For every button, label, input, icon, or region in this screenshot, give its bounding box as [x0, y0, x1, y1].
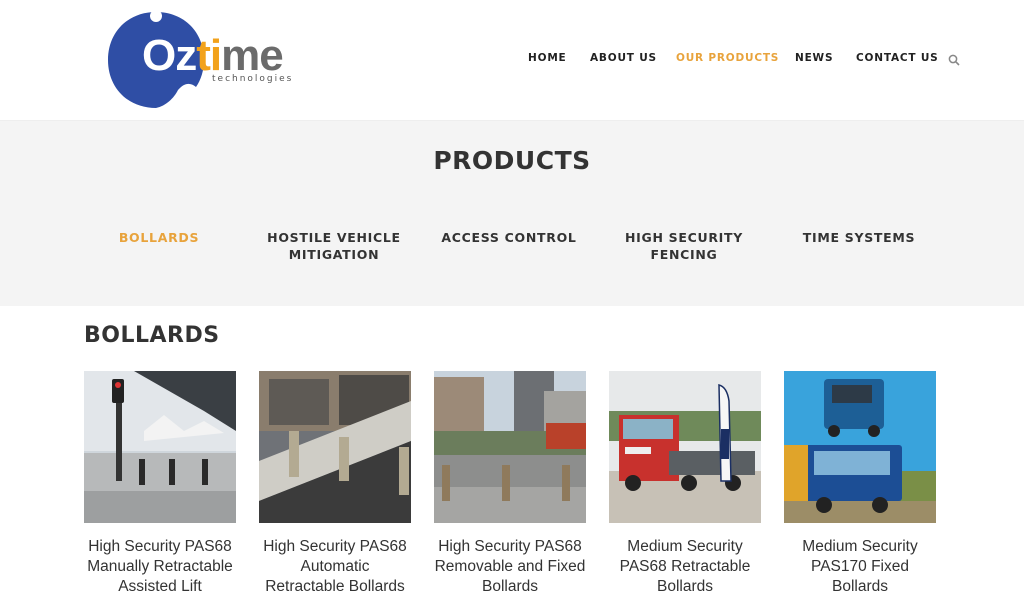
nav-home[interactable]: HOME	[528, 52, 567, 64]
tab-time-systems[interactable]: TIME SYSTEMS	[784, 229, 934, 246]
logo-subtitle: technologies	[212, 74, 294, 84]
product-card[interactable]: High Security PAS68 Automatic Retractabl…	[259, 371, 411, 597]
product-title[interactable]: Medium Security PAS170 Fixed Bollards	[784, 537, 936, 597]
products-band: PRODUCTS BOLLARDS HOSTILE VEHICLE MITIGA…	[0, 121, 1024, 306]
product-title[interactable]: High Security PAS68 Manually Retractable…	[84, 537, 236, 597]
tab-access-control[interactable]: ACCESS CONTROL	[434, 229, 584, 246]
product-title[interactable]: Medium Security PAS68 Retractable Bollar…	[609, 537, 761, 597]
tab-hostile-vehicle-mitigation[interactable]: HOSTILE VEHICLE MITIGATION	[259, 229, 409, 263]
main-nav: HOME ABOUT US OUR PRODUCTS NEWS CONTACT …	[0, 52, 1024, 68]
tab-high-security-fencing[interactable]: HIGH SECURITY FENCING	[609, 229, 759, 263]
product-title[interactable]: High Security PAS68 Removable and Fixed …	[434, 537, 586, 597]
product-card[interactable]: Medium Security PAS170 Fixed Bollards	[784, 371, 936, 597]
section-title: BOLLARDS	[84, 323, 220, 348]
nav-about-us[interactable]: ABOUT US	[590, 52, 657, 64]
site-header: Oztime technologies HOME ABOUT US OUR PR…	[0, 0, 1024, 121]
product-image[interactable]	[609, 371, 761, 523]
product-image[interactable]	[84, 371, 236, 523]
product-title[interactable]: High Security PAS68 Automatic Retractabl…	[259, 537, 411, 597]
product-card[interactable]: High Security PAS68 Removable and Fixed …	[434, 371, 586, 597]
product-image[interactable]	[434, 371, 586, 523]
product-image[interactable]	[784, 371, 936, 523]
product-card[interactable]: High Security PAS68 Manually Retractable…	[84, 371, 236, 597]
product-image[interactable]	[259, 371, 411, 523]
nav-contact-us[interactable]: CONTACT US	[856, 52, 939, 64]
search-icon[interactable]	[948, 54, 960, 66]
nav-news[interactable]: NEWS	[795, 52, 833, 64]
tab-bollards[interactable]: BOLLARDS	[84, 229, 234, 246]
product-card[interactable]: Medium Security PAS68 Retractable Bollar…	[609, 371, 761, 597]
nav-our-products[interactable]: OUR PRODUCTS	[676, 52, 779, 64]
page-title: PRODUCTS	[433, 146, 591, 175]
